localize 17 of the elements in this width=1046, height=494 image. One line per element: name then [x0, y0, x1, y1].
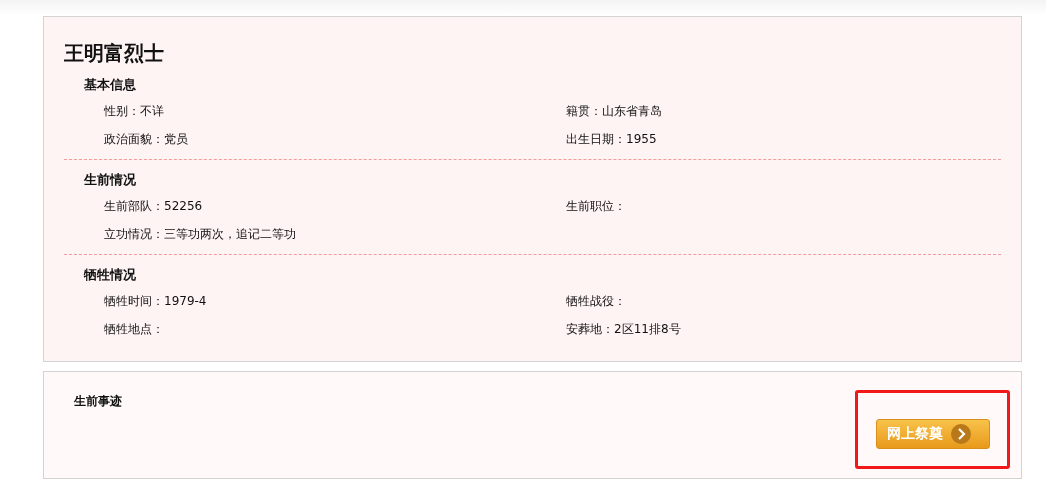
memorial-button[interactable]: 网上祭奠	[875, 419, 990, 449]
info-field: 牺牲战役：	[566, 287, 1001, 315]
info-field: 籍贯：山东省青岛	[566, 97, 1001, 125]
info-field: 立功情况：三等功两次，追记二等功	[104, 220, 566, 248]
section-heading: 生前事迹	[74, 393, 122, 410]
info-field: 安葬地：2区11排8号	[566, 315, 1001, 343]
section-heading: 生前情况	[84, 171, 137, 189]
info-field: 牺牲地点：	[104, 315, 566, 343]
section-heading: 基本信息	[84, 76, 137, 94]
page-title: 王明富烈士	[64, 40, 165, 67]
info-field: 政治面貌：党员	[104, 125, 566, 153]
info-field: 生前职位：	[566, 192, 1001, 220]
info-field: 性别：不详	[104, 97, 566, 125]
info-field: 牺牲时间：1979-4	[104, 287, 566, 315]
info-field: 生前部队：52256	[104, 192, 566, 220]
section-heading: 牺牲情况	[84, 266, 137, 284]
info-field: 出生日期：1955	[566, 125, 1001, 153]
